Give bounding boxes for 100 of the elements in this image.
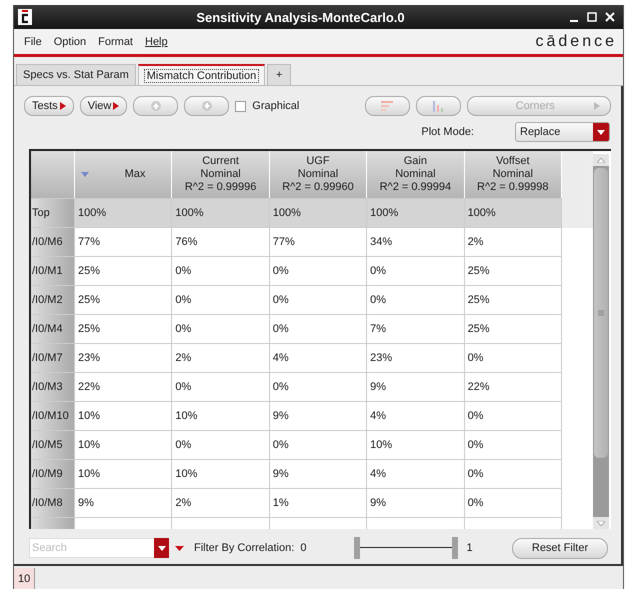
table-cell: 22% <box>464 372 562 402</box>
status-count: 10 <box>14 568 36 589</box>
window-title: Sensitivity Analysis-MonteCarlo.0 <box>195 10 406 24</box>
add-tab-button[interactable]: + <box>267 64 292 85</box>
table-cell: 2% <box>172 344 270 372</box>
table-cell: 0% <box>269 314 367 344</box>
caret-icon <box>594 102 600 110</box>
table-cell: 25% <box>74 314 172 344</box>
table-cell: 77% <box>269 228 367 256</box>
row-header[interactable]: /I0/M6 <box>31 228 74 256</box>
column-header[interactable]: Current Nominal R^2 = 0.99996 <box>172 151 270 198</box>
table-cell: 0% <box>366 286 464 314</box>
column-chart-icon <box>432 100 446 112</box>
table-cell: 0% <box>269 286 367 314</box>
row-header[interactable]: Top <box>31 198 74 228</box>
table-cell: 0% <box>464 402 562 430</box>
row-header[interactable]: /I0/M8 <box>31 488 74 518</box>
table-cell: 2% <box>172 488 270 518</box>
scroll-up-icon[interactable] <box>597 158 605 162</box>
menu-button[interactable]: View <box>80 96 128 116</box>
table-cell: 0% <box>269 430 367 460</box>
column-header[interactable]: Gain Nominal R^2 = 0.99994 <box>366 151 464 198</box>
maximize-icon[interactable] <box>587 12 597 22</box>
table-cell: 0% <box>172 286 270 314</box>
slider-handle[interactable] <box>354 537 360 559</box>
table-cell: 25% <box>464 286 562 314</box>
menu-item[interactable]: Option <box>54 36 86 48</box>
table-cell: 4% <box>269 344 367 372</box>
table-cell: 0% <box>172 372 270 402</box>
table-cell: 10% <box>74 430 172 460</box>
table-cell: 0% <box>269 256 367 286</box>
table-cell: 100% <box>366 198 464 228</box>
table-cell: 0% <box>172 256 270 286</box>
caret-icon <box>597 130 605 134</box>
caret-icon <box>60 102 66 110</box>
table-cell: 0% <box>464 344 562 372</box>
scrollbar[interactable] <box>593 154 609 529</box>
table-cell: 23% <box>366 344 464 372</box>
table-cell: 0% <box>269 372 367 402</box>
table-cell: 10% <box>172 402 270 430</box>
bar-chart-icon <box>380 100 395 112</box>
row-header[interactable]: /I0/M7 <box>31 344 74 372</box>
menu-item[interactable]: Help <box>145 36 168 48</box>
table-cell: 2% <box>464 228 562 256</box>
table-cell: 9% <box>366 372 464 402</box>
column-header[interactable]: UGF Nominal R^2 = 0.99960 <box>269 151 367 198</box>
row-header[interactable]: /I0/M5 <box>31 430 74 460</box>
close-icon[interactable] <box>605 12 615 22</box>
grip-icon <box>598 310 604 316</box>
scroll-down-icon[interactable] <box>597 520 605 526</box>
down-arrow-icon <box>202 101 212 111</box>
table-cell: 7% <box>366 314 464 344</box>
column-header[interactable]: Voffset Nominal R^2 = 0.99998 <box>464 151 562 198</box>
table-cell: 100% <box>464 198 562 228</box>
table-cell: 4% <box>366 460 464 488</box>
table-cell: 100% <box>269 198 367 228</box>
table-cell: 10% <box>74 460 172 488</box>
menu-item[interactable]: File <box>24 36 42 48</box>
table-cell: 1% <box>269 488 367 518</box>
menu-item[interactable]: Format <box>98 36 133 48</box>
table-cell: 9% <box>269 402 367 430</box>
table-cell: 25% <box>74 256 172 286</box>
dropdown-arrow-icon[interactable] <box>175 546 184 550</box>
table-cell: 77% <box>74 228 172 256</box>
plot-mode-dropdown[interactable]: Replace <box>515 122 610 142</box>
app-icon <box>18 9 32 25</box>
up-arrow-icon <box>150 101 161 111</box>
tab[interactable]: Specs vs. Stat Param <box>16 64 136 85</box>
reset-filter-button[interactable]: Reset Filter <box>512 538 608 558</box>
table-cell: 22% <box>74 372 172 402</box>
filter-label: Filter By Correlation: 0 <box>194 542 306 554</box>
range-slider[interactable] <box>354 537 458 559</box>
table-cell: 0% <box>366 256 464 286</box>
table-cell: 10% <box>172 460 270 488</box>
menu-button[interactable]: Tests <box>24 96 74 116</box>
tab[interactable]: Mismatch Contribution <box>138 64 266 85</box>
slider-handle[interactable] <box>452 537 458 559</box>
filter-max-value: 1 <box>466 542 473 554</box>
row-header[interactable]: /I0/M3 <box>31 372 74 402</box>
table-cell: 25% <box>464 256 562 286</box>
search-field[interactable]: Search <box>29 538 154 558</box>
table-cell: 0% <box>172 314 270 344</box>
row-header[interactable]: /I0/M1 <box>31 256 74 286</box>
row-header[interactable]: /I0/M2 <box>31 286 74 314</box>
graphical-checkbox[interactable]: Graphical <box>235 100 300 112</box>
table-cell: 25% <box>464 314 562 344</box>
row-header[interactable]: /I0/M9 <box>31 460 74 488</box>
table-cell: 10% <box>366 430 464 460</box>
plot-mode-label: Plot Mode: <box>421 126 474 138</box>
table-cell: 76% <box>172 228 270 256</box>
column-header[interactable]: Max <box>74 151 172 198</box>
table-cell: 9% <box>366 488 464 518</box>
table-cell: 0% <box>464 430 562 460</box>
table-cell: 0% <box>464 488 562 518</box>
table-cell: 9% <box>269 460 367 488</box>
row-header[interactable]: /I0/M4 <box>31 314 74 344</box>
brand-logo: cādence <box>536 32 617 50</box>
row-header[interactable]: /I0/M10 <box>31 402 74 430</box>
dropdown-button[interactable] <box>154 538 169 558</box>
table-cell: 100% <box>172 198 270 228</box>
